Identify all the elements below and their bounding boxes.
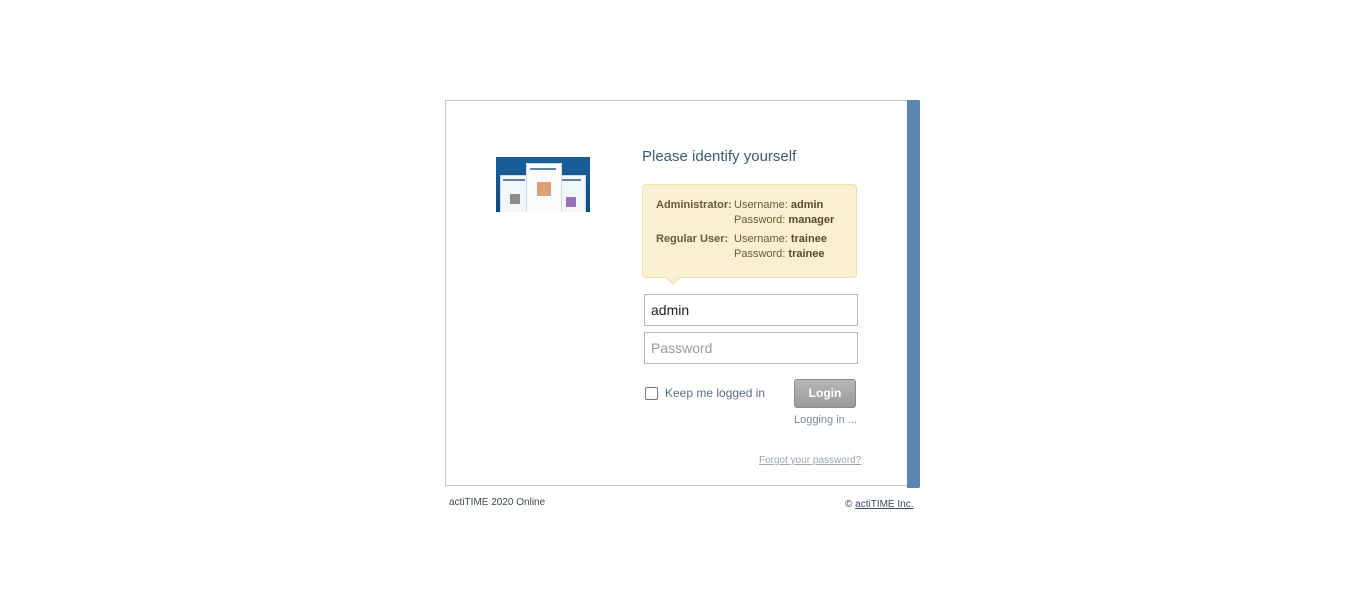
demo-credentials-hint: Administrator: Username: admin Password:… bbox=[642, 184, 857, 285]
product-screenshot-image bbox=[496, 157, 590, 212]
keep-logged-in-label[interactable]: Keep me logged in bbox=[665, 386, 765, 400]
hint-pointer bbox=[665, 276, 681, 285]
hint-role: Regular User: bbox=[656, 233, 729, 245]
page-title: Please identify yourself bbox=[642, 148, 797, 165]
login-status-text: Logging in ... bbox=[794, 414, 857, 426]
copyright: © actiTIME Inc. bbox=[845, 499, 914, 510]
copyright-symbol: © bbox=[845, 499, 853, 510]
hint-row-administrator: Administrator: Username: admin Password:… bbox=[656, 198, 834, 228]
hint-password: manager bbox=[788, 214, 835, 226]
hint-password: trainee bbox=[788, 248, 825, 260]
keep-logged-in-checkbox[interactable] bbox=[645, 386, 658, 400]
login-button[interactable]: Login bbox=[794, 379, 856, 408]
product-version: actiTIME 2020 Online bbox=[449, 497, 546, 508]
hint-username-label: Username: bbox=[734, 233, 788, 245]
panel-accent-bar bbox=[907, 100, 920, 488]
company-link[interactable]: actiTIME Inc. bbox=[855, 499, 913, 510]
username-input[interactable] bbox=[644, 294, 858, 326]
forgot-password-link[interactable]: Forgot your password? bbox=[759, 455, 861, 466]
keep-logged-in-option[interactable]: Keep me logged in bbox=[645, 386, 765, 400]
login-panel: Please identify yourself Administrator: … bbox=[445, 100, 920, 488]
password-input[interactable] bbox=[644, 332, 858, 364]
hint-role: Administrator: bbox=[656, 199, 732, 211]
hint-username: admin bbox=[790, 199, 824, 211]
hint-row-regular-user: Regular User: Username: trainee Password… bbox=[656, 232, 827, 262]
hint-password-label: Password: bbox=[734, 248, 786, 260]
hint-username: trainee bbox=[790, 233, 827, 245]
hint-username-label: Username: bbox=[734, 199, 788, 211]
hint-password-label: Password: bbox=[734, 214, 786, 226]
